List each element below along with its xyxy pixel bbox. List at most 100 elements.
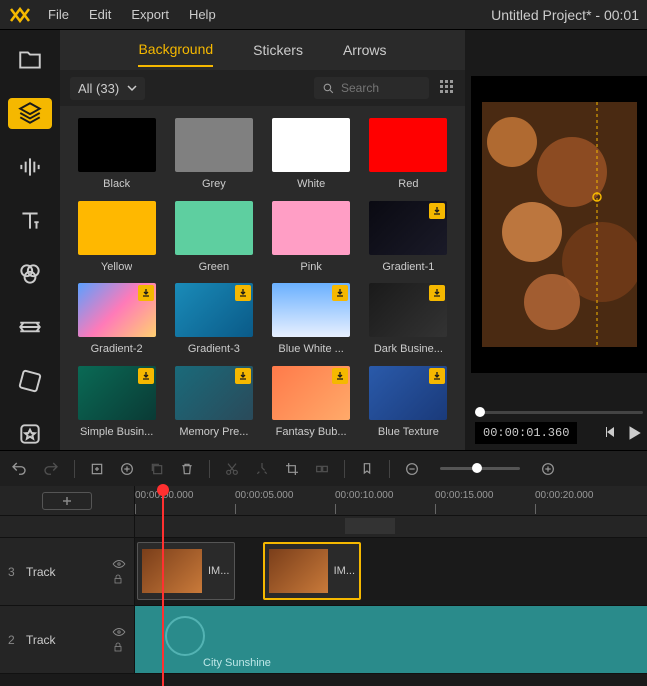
prev-frame-button[interactable] [603, 424, 619, 440]
menu-items: File Edit Export Help [48, 7, 216, 22]
zoom-slider[interactable] [440, 467, 520, 470]
background-item[interactable]: Black [72, 118, 161, 191]
audio-waveform-icon [165, 616, 205, 656]
crop-button[interactable] [284, 461, 300, 477]
duplicate-button[interactable] [149, 461, 165, 477]
group-button[interactable] [314, 461, 330, 477]
tab-arrows[interactable]: Arrows [343, 34, 387, 66]
cut-button[interactable] [224, 461, 240, 477]
category-dropdown[interactable]: All (33) [70, 77, 145, 100]
background-item[interactable]: Pink [267, 201, 356, 274]
tab-stickers[interactable]: Stickers [253, 34, 303, 66]
lock-icon[interactable] [112, 573, 124, 585]
track-body[interactable]: City Sunshine [135, 606, 647, 673]
download-icon [235, 285, 251, 301]
search-input[interactable] [341, 81, 421, 95]
download-icon [332, 368, 348, 384]
background-label: White [297, 178, 325, 190]
background-item[interactable]: Fantasy Bub... [267, 366, 356, 439]
filters-button[interactable] [8, 258, 52, 290]
layers-button[interactable] [8, 98, 52, 130]
background-item[interactable]: Dark Busine... [364, 283, 453, 356]
transitions-button[interactable] [8, 312, 52, 344]
background-item[interactable]: Blue Texture [364, 366, 453, 439]
background-item[interactable]: Simple Busin... [72, 366, 161, 439]
background-item[interactable]: Gradient-2 [72, 283, 161, 356]
search-icon [322, 82, 335, 95]
background-thumb [78, 201, 156, 255]
timeline-clip[interactable]: IM... [137, 542, 235, 600]
ruler-tick: 00:00:15.000 [435, 490, 493, 501]
background-thumb [78, 118, 156, 172]
background-label: Yellow [101, 261, 132, 273]
redo-button[interactable] [42, 460, 60, 478]
zoom-out-button[interactable] [404, 461, 420, 477]
track-number: 2 [8, 633, 18, 647]
search-box[interactable] [314, 77, 429, 99]
audio-clip[interactable]: City Sunshine [135, 606, 647, 673]
preview-seek-slider[interactable] [475, 411, 643, 414]
menu-edit[interactable]: Edit [89, 7, 111, 22]
visibility-icon[interactable] [112, 627, 126, 637]
preview-timecode: 00:00:01.360 [475, 422, 577, 444]
audio-button[interactable] [8, 151, 52, 183]
menu-file[interactable]: File [48, 7, 69, 22]
marker-button[interactable] [359, 461, 375, 477]
background-label: Fantasy Bub... [276, 426, 347, 438]
undo-button[interactable] [10, 460, 28, 478]
background-thumb [175, 118, 253, 172]
text-button[interactable] [8, 205, 52, 237]
background-thumb [369, 283, 447, 337]
zoom-in-button[interactable] [540, 461, 556, 477]
track-body[interactable]: IM... IM... [135, 538, 647, 605]
add-track-button[interactable] [42, 492, 92, 510]
favorites-button[interactable] [8, 419, 52, 451]
background-thumb [175, 366, 253, 420]
dropdown-label: All (33) [78, 81, 119, 96]
elements-button[interactable] [8, 365, 52, 397]
background-item[interactable]: Blue White ... [267, 283, 356, 356]
menu-help[interactable]: Help [189, 7, 216, 22]
download-icon [429, 203, 445, 219]
add-clip-button[interactable] [119, 461, 135, 477]
background-label: Gradient-3 [188, 343, 240, 355]
background-item[interactable]: Memory Pre... [169, 366, 258, 439]
zoom-thumb[interactable] [472, 463, 482, 473]
preview-viewport [471, 76, 647, 373]
delete-button[interactable] [179, 461, 195, 477]
background-item[interactable]: Red [364, 118, 453, 191]
background-item[interactable]: Yellow [72, 201, 161, 274]
background-item[interactable]: Gradient-3 [169, 283, 258, 356]
speed-button[interactable] [254, 461, 270, 477]
background-item[interactable]: Green [169, 201, 258, 274]
clip-label: IM... [334, 565, 355, 577]
playhead[interactable] [162, 486, 164, 686]
track-number: 3 [8, 565, 18, 579]
media-library-button[interactable] [8, 44, 52, 76]
play-button[interactable] [625, 424, 643, 442]
download-icon [138, 368, 154, 384]
seek-thumb[interactable] [475, 407, 485, 417]
preview-transport: 00:00:01.360 [471, 422, 647, 444]
track-label: Track [26, 565, 104, 579]
lock-icon[interactable] [112, 641, 124, 653]
timeline-clip[interactable]: IM... [263, 542, 361, 600]
timeline-ruler[interactable]: 00:00:00.00000:00:05.00000:00:10.00000:0… [0, 486, 647, 516]
app-logo [8, 3, 32, 27]
visibility-icon[interactable] [112, 559, 126, 569]
grid-view-button[interactable] [439, 79, 455, 98]
background-label: Blue White ... [278, 343, 343, 355]
clip-thumb [269, 549, 328, 593]
background-thumb [272, 283, 350, 337]
background-item[interactable]: White [267, 118, 356, 191]
background-thumb [369, 366, 447, 420]
tab-background[interactable]: Background [138, 33, 213, 67]
menu-export[interactable]: Export [131, 7, 169, 22]
background-label: Black [103, 178, 130, 190]
background-label: Simple Busin... [80, 426, 153, 438]
background-item[interactable]: Grey [169, 118, 258, 191]
background-item[interactable]: Gradient-1 [364, 201, 453, 274]
download-icon [138, 285, 154, 301]
track-header: 3 Track [0, 538, 135, 605]
add-marker-button[interactable] [89, 461, 105, 477]
